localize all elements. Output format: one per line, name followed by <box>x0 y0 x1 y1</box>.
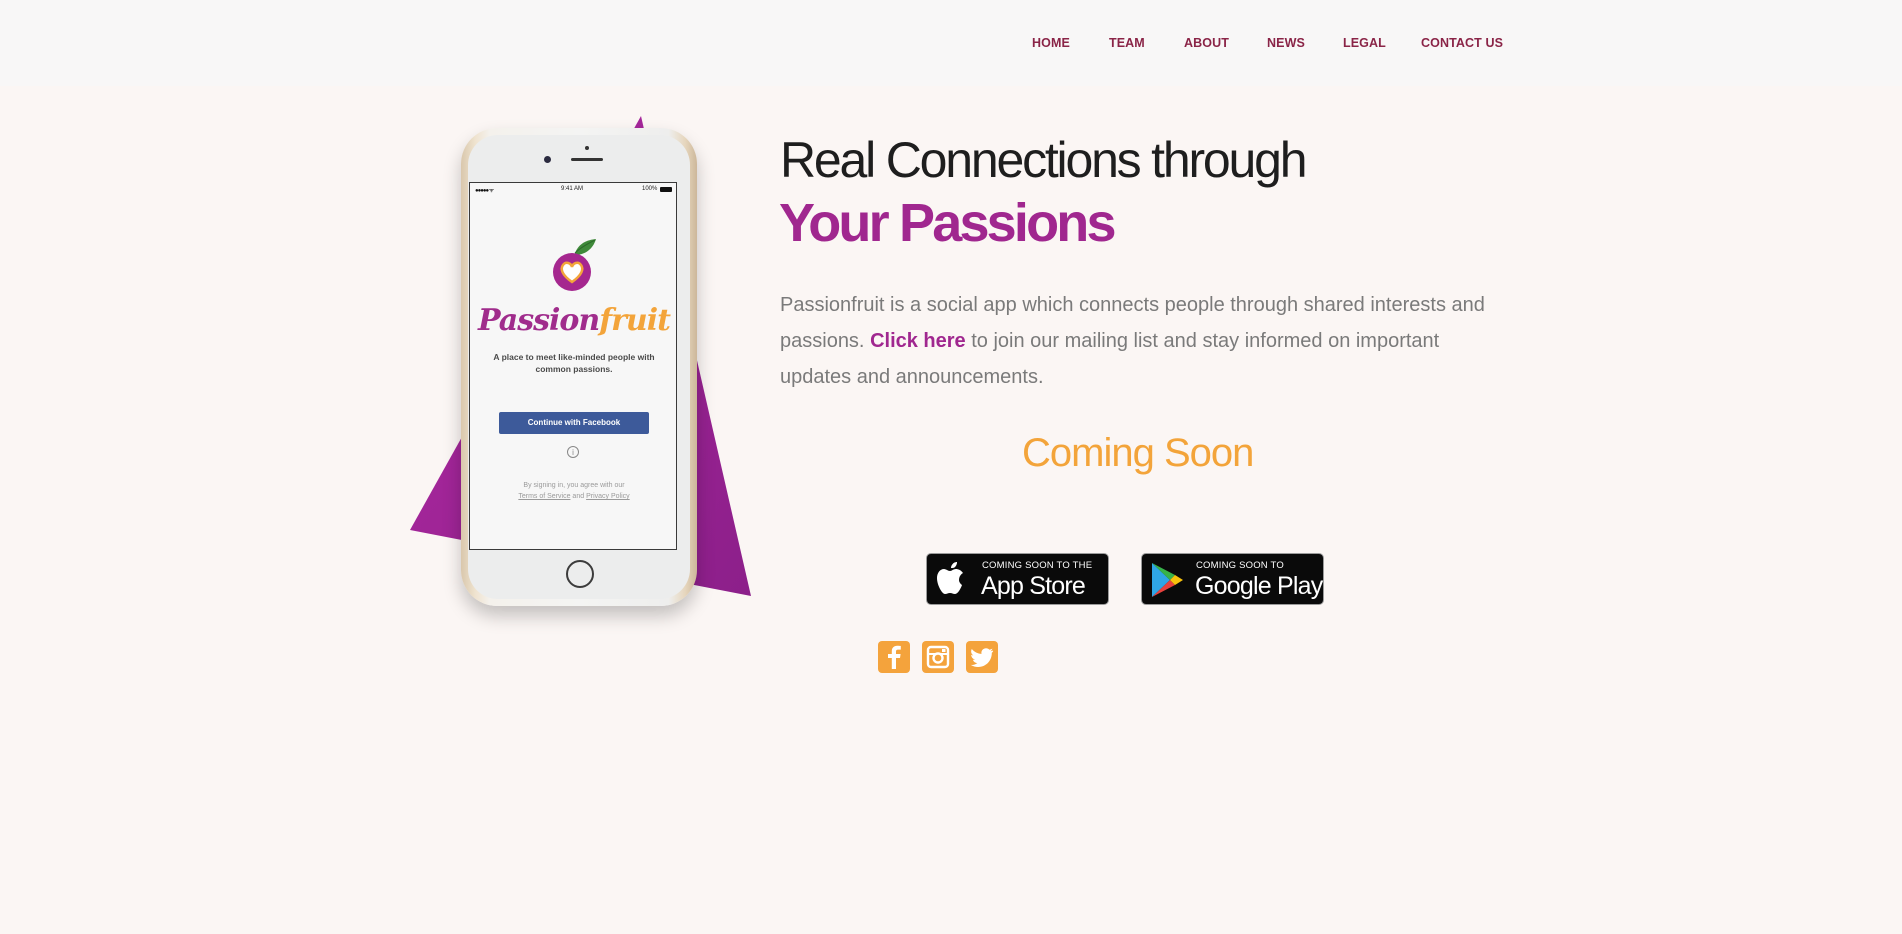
google-play-badge[interactable]: COMING SOON TO Google Play <box>1141 553 1324 605</box>
google-play-icon <box>1152 563 1183 597</box>
app-tagline: A place to meet like-minded people with … <box>493 352 655 374</box>
site-header: HOME TEAM ABOUT NEWS LEGAL CONTACT US <box>0 0 1902 86</box>
twitter-icon[interactable] <box>966 641 998 673</box>
nav-legal[interactable]: LEGAL <box>1343 36 1386 50</box>
google-play-small-text: COMING SOON TO <box>1196 560 1284 571</box>
phone-legal-text: By signing in, you agree with our Terms … <box>518 482 630 500</box>
status-battery-text: 100% <box>642 186 658 192</box>
coming-soon-heading: Coming Soon <box>1022 431 1254 475</box>
hero-intro: Passionfruit is a social app which conne… <box>780 294 1485 388</box>
hero-heading-line2: Your Passions <box>779 193 1117 253</box>
hero-heading-line1: Real Connections through <box>780 132 1308 188</box>
app-wordmark: Passionfruit <box>478 303 671 338</box>
app-store-large-text: App Store <box>981 572 1086 600</box>
apple-icon <box>937 562 963 594</box>
phone-home-button <box>566 560 594 588</box>
nav-about[interactable]: ABOUT <box>1184 36 1229 50</box>
battery-icon <box>660 187 672 192</box>
continue-with-facebook-button: Continue with Facebook <box>499 412 649 434</box>
app-store-badge[interactable]: COMING SOON TO THE App Store <box>926 553 1109 605</box>
nav-contact-us[interactable]: CONTACT US <box>1421 36 1503 50</box>
nav-news[interactable]: NEWS <box>1267 36 1305 50</box>
app-store-small-text: COMING SOON TO THE <box>982 560 1093 571</box>
signal-icon: ●●●●● ᯤ <box>475 188 494 194</box>
status-time: 9:41 AM <box>561 186 584 192</box>
phone-sensor <box>585 146 589 150</box>
phone-speaker <box>571 158 603 161</box>
phone-screen: ●●●●● ᯤ 9:41 AM 100% Passionfruit A plac… <box>469 182 677 550</box>
nav-team[interactable]: TEAM <box>1109 36 1145 50</box>
main-nav: HOME TEAM ABOUT NEWS LEGAL CONTACT US <box>0 36 1902 50</box>
info-icon: i <box>567 446 579 458</box>
instagram-icon[interactable] <box>922 641 954 673</box>
nav-home[interactable]: HOME <box>1032 36 1070 50</box>
google-play-large-text: Google Play <box>1195 572 1323 600</box>
passionfruit-logo-icon <box>553 239 596 291</box>
facebook-icon[interactable] <box>878 641 910 673</box>
phone-camera <box>544 156 551 163</box>
mailing-list-link[interactable]: Click here <box>870 330 966 352</box>
